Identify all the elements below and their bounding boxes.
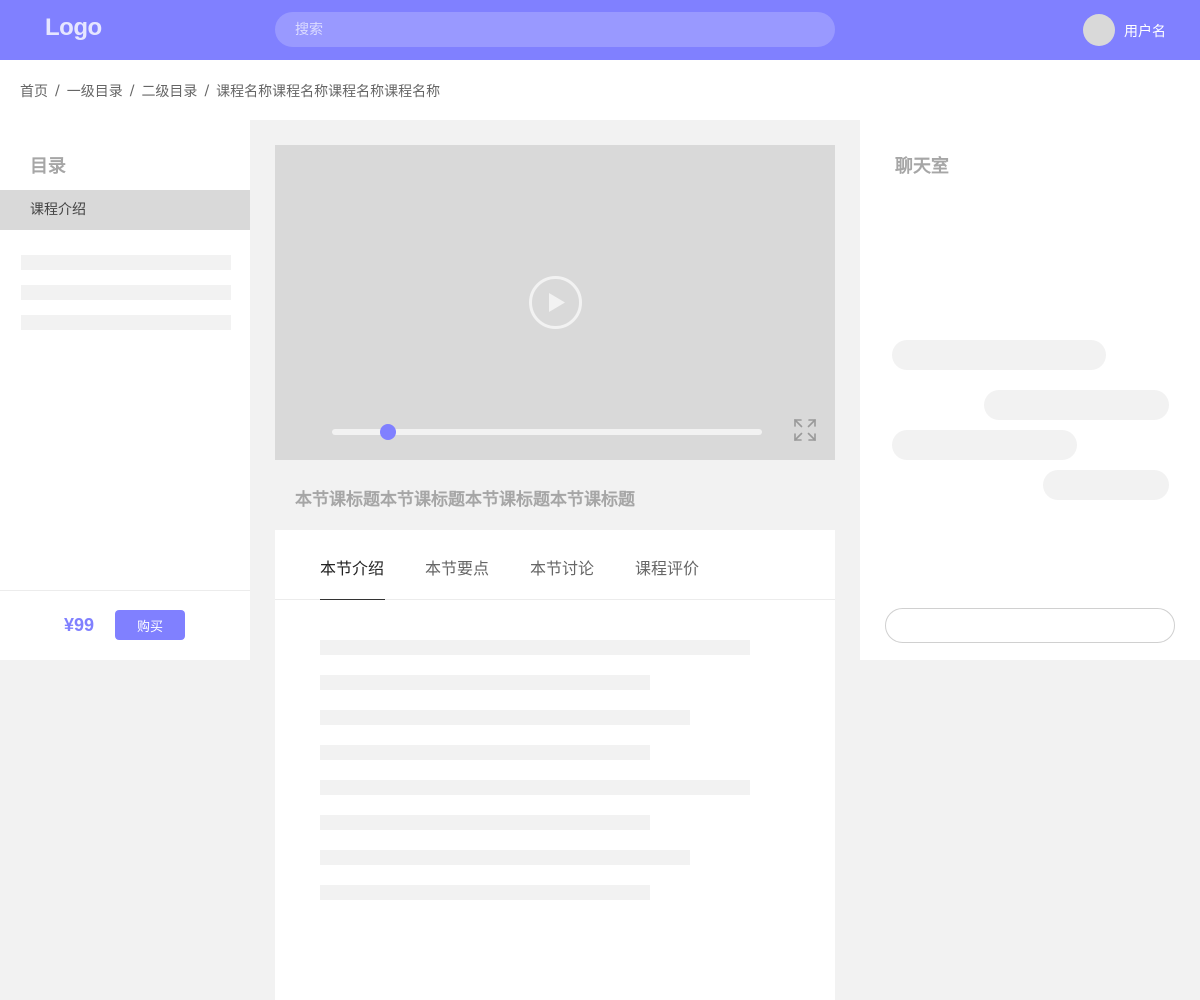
logo[interactable]: Logo — [45, 14, 102, 42]
play-icon[interactable] — [529, 276, 582, 329]
breadcrumb-level-1[interactable]: 一级目录 — [67, 81, 123, 101]
chat-message-incoming — [892, 340, 1106, 370]
breadcrumb-home[interactable]: 首页 — [20, 81, 48, 101]
video-player[interactable] — [275, 145, 835, 460]
breadcrumb-bar: 首页 / 一级目录 / 二级目录 / 课程名称课程名称课程名称课程名称 — [0, 60, 1200, 120]
content-placeholder-line — [320, 850, 690, 865]
breadcrumb-course: 课程名称课程名称课程名称课程名称 — [216, 84, 441, 100]
tab-bar: 本节介绍 本节要点 本节讨论 课程评价 — [275, 530, 835, 600]
chat-message-incoming — [892, 430, 1077, 460]
tab-course-review[interactable]: 课程评价 — [635, 555, 699, 579]
breadcrumb-level-2[interactable]: 二级目录 — [141, 81, 197, 101]
chat-message-outgoing — [984, 390, 1169, 420]
content-placeholder-line — [320, 885, 650, 900]
breadcrumb: 首页 / 一级目录 / 二级目录 / 课程名称课程名称课程名称课程名称 — [20, 81, 440, 101]
breadcrumb-separator: / — [129, 83, 135, 99]
lesson-title: 本节课标题本节课标题本节课标题本节课标题 — [295, 490, 635, 510]
tab-lesson-keypoints[interactable]: 本节要点 — [425, 555, 489, 579]
breadcrumb-separator: / — [55, 83, 60, 99]
username[interactable]: 用户名 — [1124, 21, 1166, 41]
sidebar-item-course-intro[interactable]: 课程介绍 — [0, 190, 250, 230]
content-placeholder-line — [320, 675, 650, 690]
avatar[interactable] — [1083, 14, 1115, 46]
lesson-content-panel: 本节介绍 本节要点 本节讨论 课程评价 — [275, 530, 835, 1000]
tab-lesson-discussion[interactable]: 本节讨论 — [530, 555, 594, 579]
sidebar-item-placeholder[interactable] — [21, 285, 231, 300]
buy-button[interactable]: 购买 — [115, 610, 185, 640]
content-placeholder-line — [320, 710, 690, 725]
chat-room-panel: 聊天室 — [860, 120, 1200, 660]
search-input[interactable] — [275, 12, 835, 47]
content-placeholder-line — [320, 745, 650, 760]
sidebar-item-placeholder[interactable] — [21, 315, 231, 330]
tab-lesson-intro[interactable]: 本节介绍 — [320, 555, 384, 579]
catalog-title: 目录 — [30, 156, 66, 177]
catalog-sidebar: 目录 课程介绍 ¥99 购买 — [0, 120, 250, 660]
top-header: Logo 用户名 — [0, 0, 1200, 60]
progress-thumb[interactable] — [379, 424, 396, 440]
content-placeholder-line — [320, 780, 750, 795]
progress-slider[interactable] — [332, 424, 762, 440]
chat-message-outgoing — [1043, 470, 1169, 500]
price: ¥99 — [64, 615, 95, 635]
fullscreen-icon[interactable] — [794, 419, 816, 441]
content-placeholder-line — [320, 640, 750, 655]
chat-title: 聊天室 — [895, 156, 949, 177]
sidebar-item-placeholder[interactable] — [21, 255, 231, 270]
breadcrumb-separator: / — [204, 83, 210, 99]
chat-message-input[interactable] — [885, 608, 1175, 643]
content-placeholder-line — [320, 815, 650, 830]
purchase-footer: ¥99 购买 — [0, 590, 250, 660]
active-tab-indicator — [320, 599, 385, 600]
